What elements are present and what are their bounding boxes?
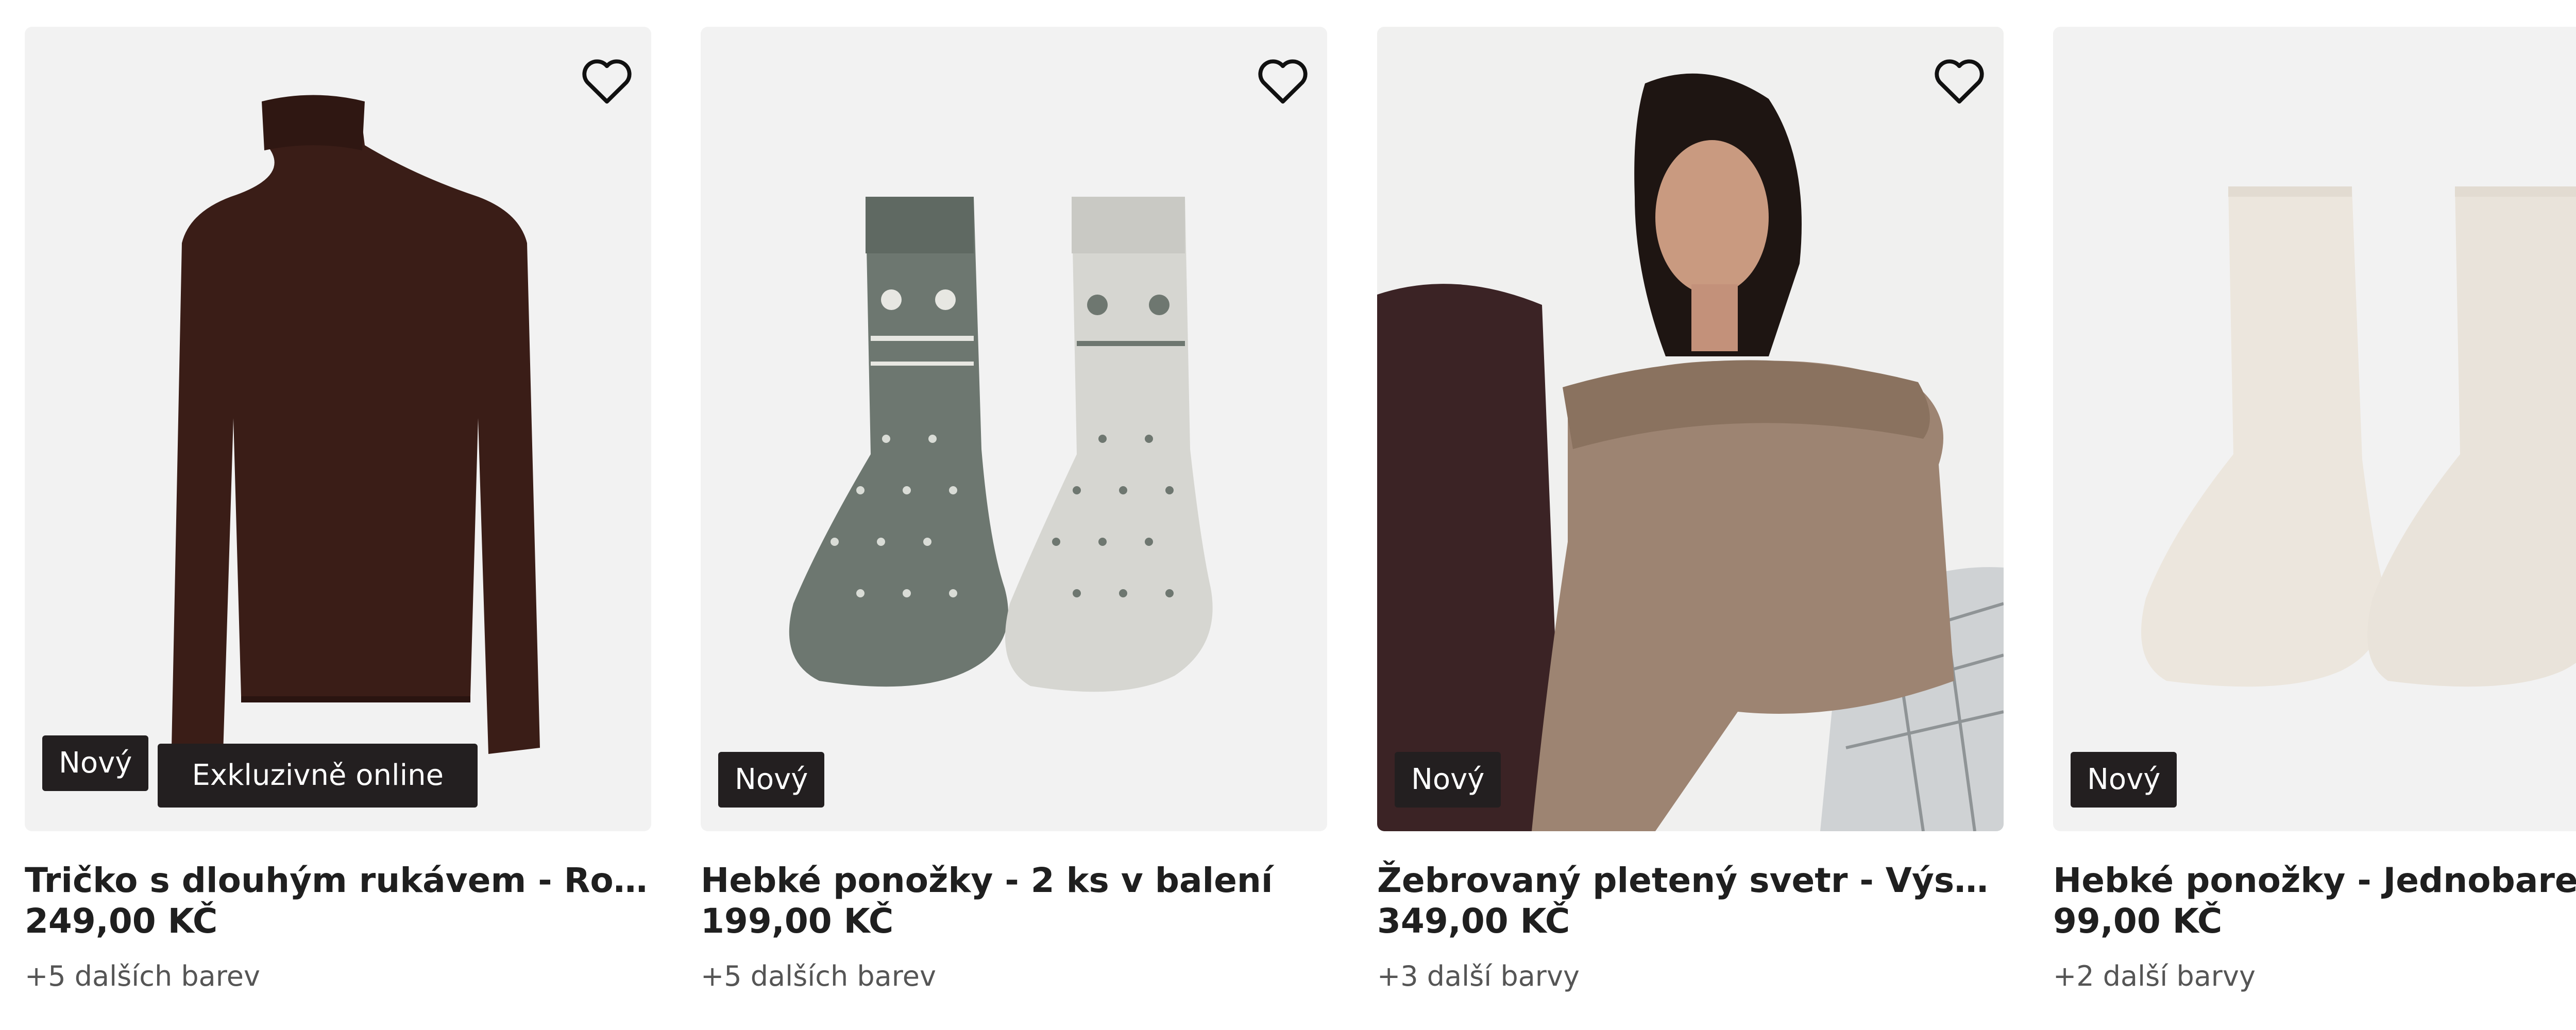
badge-group: Nový	[2071, 752, 2177, 808]
more-colors-link[interactable]: +5 dalších barev	[25, 960, 651, 992]
product-image-tile[interactable]: Nový	[701, 27, 1327, 831]
favorite-button[interactable]	[576, 49, 638, 111]
favorite-button[interactable]	[1928, 49, 1990, 111]
product-title[interactable]: Hebké ponožky - Jednobarevné	[2053, 860, 2576, 901]
product-card[interactable]: Nový Hebké ponožky - Jednobarevné 99,00 …	[2053, 0, 2576, 1030]
product-info: Hebké ponožky - Jednobarevné 99,00 KČ +2…	[2053, 860, 2576, 992]
product-info: Tričko s dlouhým rukávem - Rolákový líme…	[25, 860, 651, 992]
product-grid: Nový Exkluzivně online Tričko s dlouhým …	[0, 0, 2576, 1030]
product-info: Žebrovaný pletený svetr - Výstřih ve sty…	[1377, 860, 2004, 992]
product-image-tile[interactable]: Nový	[2053, 27, 2576, 831]
product-title[interactable]: Tričko s dlouhým rukávem - Rolákový líme…	[25, 860, 651, 901]
more-colors-link[interactable]: +5 dalších barev	[701, 960, 1327, 992]
heart-outline-icon	[582, 59, 632, 104]
favorite-button[interactable]	[1252, 49, 1314, 111]
new-badge: Nový	[718, 752, 825, 808]
product-title[interactable]: Žebrovaný pletený svetr - Výstřih ve sty…	[1377, 860, 2004, 901]
product-title[interactable]: Hebké ponožky - 2 ks v balení	[701, 860, 1327, 901]
badge-group: Nový	[1395, 752, 1501, 808]
product-image-tile[interactable]: Nový Exkluzivně online	[25, 27, 651, 831]
heart-outline-icon	[1258, 59, 1308, 104]
cream-socks-image	[2141, 186, 2576, 687]
product-image-tile[interactable]: Nový	[1377, 27, 2004, 831]
more-colors-link[interactable]: +2 další barvy	[2053, 960, 2576, 992]
new-badge: Nový	[1395, 752, 1501, 808]
badge-group: Nový Exkluzivně online	[42, 735, 478, 808]
product-price: 199,00 KČ	[701, 901, 894, 941]
sweater-model-image	[1377, 27, 2004, 831]
heart-outline-icon	[1935, 59, 1984, 104]
brown-turtleneck-image	[172, 95, 540, 754]
more-colors-link[interactable]: +3 další barvy	[1377, 960, 2004, 992]
product-price: 249,00 KČ	[25, 901, 218, 941]
new-badge: Nový	[2071, 752, 2177, 808]
product-info: Hebké ponožky - 2 ks v balení 199,00 KČ …	[701, 860, 1327, 992]
product-card[interactable]: Nový Žebrovaný pletený svetr - Výstřih v…	[1377, 0, 2004, 1030]
online-exclusive-badge: Exkluzivně online	[158, 744, 478, 808]
badge-group: Nový	[718, 752, 825, 808]
product-price: 99,00 KČ	[2053, 901, 2223, 941]
product-price: 349,00 KČ	[1377, 901, 1570, 941]
nordic-socks-image	[789, 197, 1213, 692]
new-badge: Nový	[42, 735, 149, 791]
product-card[interactable]: Nový Hebké ponožky - 2 ks v balení 199,0…	[701, 0, 1327, 1030]
product-card[interactable]: Nový Exkluzivně online Tričko s dlouhým …	[25, 0, 651, 1030]
